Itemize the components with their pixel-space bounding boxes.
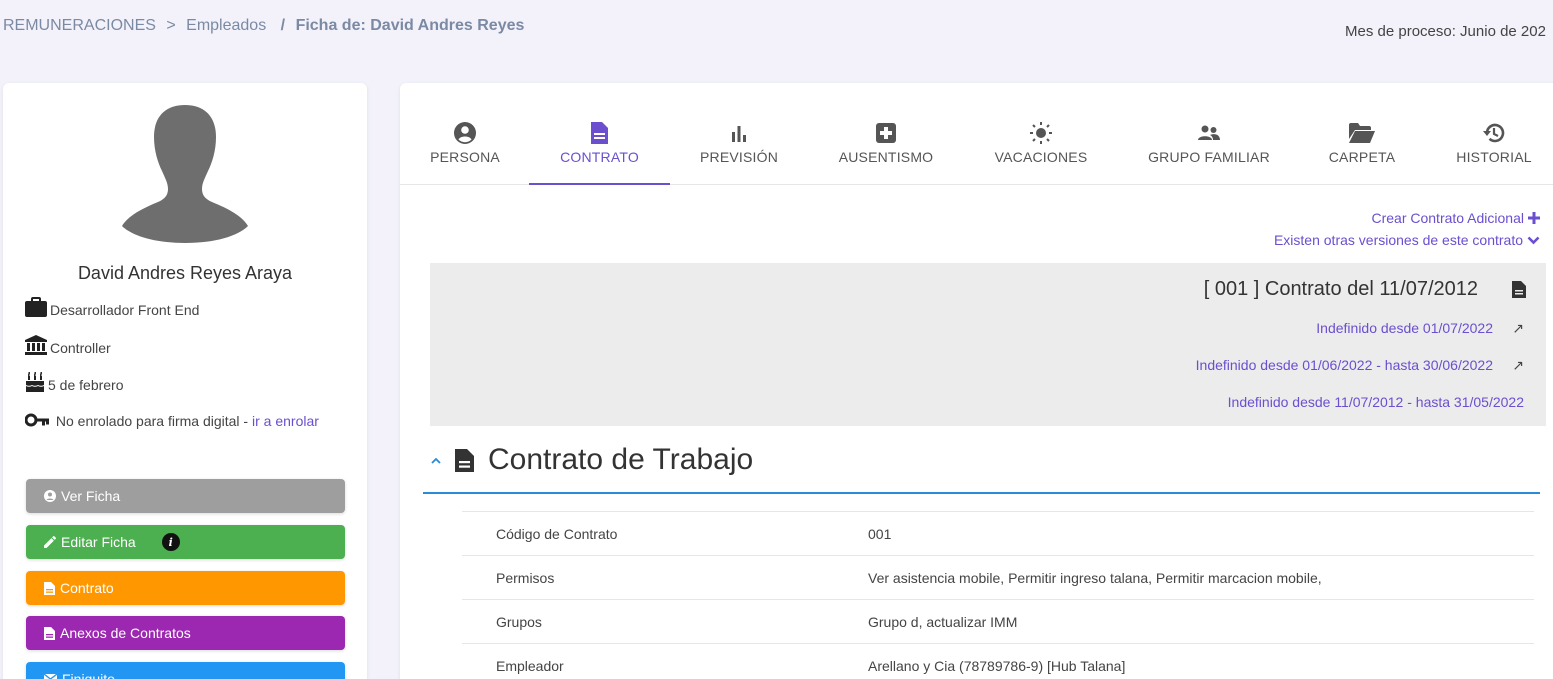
department-text: Controller <box>50 340 111 356</box>
breadcrumb-root[interactable]: REMUNERACIONES <box>3 17 156 34</box>
briefcase-icon <box>25 297 47 317</box>
contract-details-table: Código de Contrato 001 Permisos Ver asis… <box>462 511 1534 679</box>
birthday-line: 5 de febrero <box>25 372 345 396</box>
contract-label: Contrato <box>60 580 114 596</box>
tab-label: GRUPO FAMILIAR <box>1148 149 1270 165</box>
tab-contrato[interactable]: CONTRATO <box>529 121 670 185</box>
document-icon[interactable] <box>1512 281 1526 298</box>
other-versions-toggle[interactable]: Existen otras versiones de este contrato <box>1274 232 1540 248</box>
tab-label: CONTRATO <box>560 149 639 165</box>
info-icon[interactable]: i <box>161 533 180 551</box>
contract-version-link[interactable]: Indefinido desde 01/07/2022 <box>1316 320 1493 336</box>
breadcrumb: REMUNERACIONES > Empleados / Ficha de: D… <box>3 17 524 35</box>
document-icon <box>44 626 55 640</box>
open-version-icon[interactable]: ↗ <box>1512 357 1524 374</box>
tab-vacaciones[interactable]: VACACIONES <box>993 121 1089 185</box>
breadcrumb-separator: > <box>166 17 176 34</box>
detail-value: Arellano y Cia (78789786-9) [Hub Talana] <box>868 657 1126 674</box>
key-icon <box>24 413 49 427</box>
tab-bar: PERSONA CONTRATO PREVISIÓN AUSENTISMO VA… <box>400 83 1553 185</box>
open-version-icon[interactable]: ↗ <box>1512 320 1524 337</box>
sun-icon <box>1030 122 1052 144</box>
detail-label: Grupos <box>496 613 542 630</box>
chevron-up-icon[interactable] <box>431 457 441 464</box>
people-icon <box>1198 125 1220 140</box>
contract-section-header[interactable]: Contrato de Trabajo <box>423 428 1540 494</box>
tab-label: PREVISIÓN <box>699 149 779 165</box>
birthday-text: 5 de febrero <box>48 377 124 393</box>
tab-grupo-familiar[interactable]: GRUPO FAMILIAR <box>1147 121 1271 185</box>
annexes-button[interactable]: Anexos de Contratos <box>26 616 345 650</box>
tab-label: HISTORIAL <box>1456 149 1532 165</box>
detail-value: 001 <box>868 525 892 542</box>
contract-button[interactable]: Contrato <box>26 571 345 605</box>
document-icon <box>44 581 55 595</box>
document-icon <box>591 122 608 144</box>
user-name: David Andres Reyes Araya <box>77 263 293 283</box>
signature-status: No enrolado para firma digital - <box>55 413 249 429</box>
detail-value: Grupo d, actualizar IMM <box>868 613 1018 630</box>
other-versions-label: Existen otras versiones de este contrato <box>1273 232 1523 248</box>
signature-line: No enrolado para firma digital - ir a en… <box>24 411 345 432</box>
tab-label: CARPETA <box>1328 149 1396 165</box>
bank-icon <box>25 335 47 355</box>
detail-value: Ver asistencia mobile, Permitir ingreso … <box>868 569 1322 586</box>
table-row: Permisos Ver asistencia mobile, Permitir… <box>462 555 1534 599</box>
user-circle-icon <box>44 490 56 502</box>
contract-version-link[interactable]: Indefinido desde 01/06/2022 - hasta 30/0… <box>1196 357 1493 373</box>
user-circle-icon <box>454 122 476 144</box>
section-title: Contrato de Trabajo <box>488 443 754 476</box>
breadcrumb-section[interactable]: Empleados <box>186 17 266 34</box>
table-row: Código de Contrato 001 <box>462 511 1534 555</box>
enroll-link[interactable]: ir a enrolar <box>252 413 319 429</box>
avatar-icon <box>122 105 248 243</box>
edit-profile-button[interactable]: Editar Ficha i <box>26 525 345 559</box>
create-additional-contract-link[interactable]: Crear Contrato Adicional <box>1371 210 1540 226</box>
table-row: Empleador Arellano y Cia (78789786-9) [H… <box>462 643 1534 679</box>
tab-prevision[interactable]: PREVISIÓN <box>700 121 778 185</box>
tab-ausentismo[interactable]: AUSENTISMO <box>837 121 935 185</box>
tab-persona[interactable]: PERSONA <box>430 121 500 185</box>
view-profile-button[interactable]: Ver Ficha <box>26 479 345 513</box>
envelope-icon <box>44 673 57 679</box>
process-month: Mes de proceso: Junio de 202 <box>1345 23 1546 40</box>
detail-label: Código de Contrato <box>496 525 618 542</box>
bar-chart-icon <box>732 126 746 142</box>
chevron-down-icon <box>1527 236 1540 244</box>
annexes-label: Anexos de Contratos <box>60 625 191 641</box>
position-line: Desarrollador Front End <box>25 297 345 321</box>
edit-profile-label: Editar Ficha <box>61 534 136 550</box>
breadcrumb-separator: / <box>280 17 286 34</box>
contract-versions-panel: [ 001 ] Contrato del 11/07/2012 Indefini… <box>430 263 1546 426</box>
department-line: Controller <box>25 335 345 359</box>
create-additional-contract-label: Crear Contrato Adicional <box>1371 210 1524 226</box>
tab-label: PERSONA <box>430 149 500 165</box>
settlement-button[interactable]: Finiquito <box>26 662 345 679</box>
tab-label: VACACIONES <box>994 149 1088 165</box>
tab-historial[interactable]: HISTORIAL <box>1454 121 1534 185</box>
tab-carpeta[interactable]: CARPETA <box>1328 121 1396 185</box>
position-text: Desarrollador Front End <box>50 302 200 318</box>
detail-label: Empleador <box>496 657 564 674</box>
folder-open-icon <box>1349 123 1375 143</box>
contract-title: [ 001 ] Contrato del 11/07/2012 <box>1203 278 1478 300</box>
content-card: PERSONA CONTRATO PREVISIÓN AUSENTISMO VA… <box>400 83 1553 679</box>
history-icon <box>1483 123 1505 143</box>
medical-cross-icon <box>876 123 896 143</box>
document-icon <box>455 448 474 472</box>
settlement-label: Finiquito <box>62 671 115 679</box>
detail-label: Permisos <box>496 569 555 586</box>
tab-label: AUSENTISMO <box>838 149 934 165</box>
table-row: Grupos Grupo d, actualizar IMM <box>462 599 1534 643</box>
profile-card: David Andres Reyes Araya Desarrollador F… <box>3 83 367 679</box>
view-profile-label: Ver Ficha <box>61 488 121 504</box>
contract-version-link[interactable]: Indefinido desde 11/07/2012 - hasta 31/0… <box>1228 394 1524 410</box>
breadcrumb-current: Ficha de: David Andres Reyes <box>295 17 525 34</box>
plus-icon <box>1528 212 1540 224</box>
pencil-icon <box>44 536 56 548</box>
birthday-cake-icon <box>26 372 44 392</box>
